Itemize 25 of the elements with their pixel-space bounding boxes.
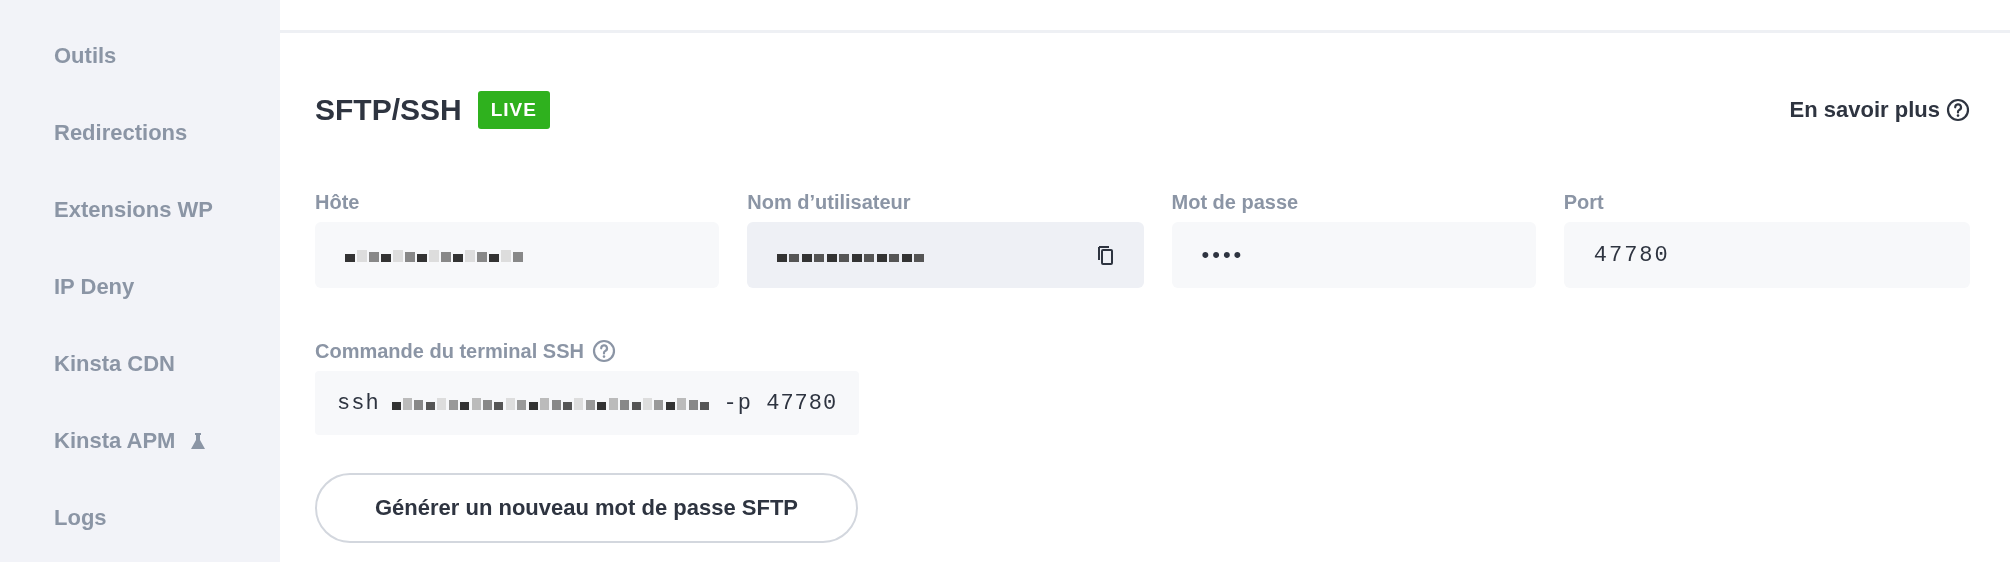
input-field[interactable] [747,222,1144,288]
help-icon [1946,98,1970,122]
terminal-command: ssh -p 47780 [315,371,860,435]
input-field[interactable]: 47780 [1563,222,1970,288]
status-badge: LIVE [477,91,550,129]
copy-icon[interactable] [1095,244,1114,266]
learn-more-link[interactable]: En savoir plus [1789,97,1970,123]
sidebar-item[interactable]: IP Deny [54,273,135,300]
sidebar-item[interactable]: Kinsta APM [54,427,176,454]
sidebar-item[interactable]: Logs [54,504,107,531]
generate-password-button[interactable]: Générer un nouveau mot de passe SFTP [315,473,858,543]
sidebar-item[interactable]: Redirections [54,119,188,146]
help-icon [591,339,616,363]
sidebar-item[interactable]: Extensions WP [54,196,213,223]
flask-icon [191,431,206,450]
sidebar-item[interactable]: Kinsta CDN [54,350,175,377]
field-label: Nom d’utilisateur [747,191,911,214]
sidebar-item[interactable]: Outils [54,42,117,69]
input-field[interactable]: •••• [1171,222,1536,288]
field-label: Hôte [315,191,360,214]
field-label: Commande du terminal SSH [315,339,584,363]
field-label: Port [1563,191,1604,214]
input-field[interactable] [315,222,720,288]
section-title: SFTP/SSH [315,93,462,127]
field-label: Mot de passe [1171,191,1299,214]
